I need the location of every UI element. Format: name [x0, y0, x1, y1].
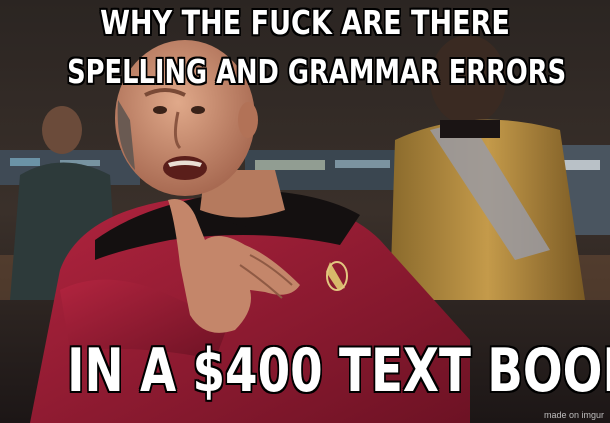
bottom-caption: IN A $400 TEXT BOOK	[66, 335, 610, 407]
top-caption-line-2: SPELLING AND GRAMMAR ERRORS	[66, 51, 567, 92]
top-caption-line-1: WHY THE FUCK ARE THERE	[99, 2, 510, 43]
meme-image: WHY THE FUCK ARE THERE SPELLING AND GRAM…	[0, 0, 610, 423]
console-glow-3	[255, 160, 325, 170]
imgur-watermark: made on imgur	[543, 410, 604, 420]
console-glow-4	[335, 160, 390, 168]
eye-left	[153, 106, 167, 114]
ear	[238, 102, 258, 138]
console-glow-1	[10, 158, 40, 166]
crew-left-head	[42, 106, 82, 154]
mouth	[163, 156, 207, 180]
eye-right	[191, 106, 205, 114]
crew-right-collar	[440, 120, 500, 138]
